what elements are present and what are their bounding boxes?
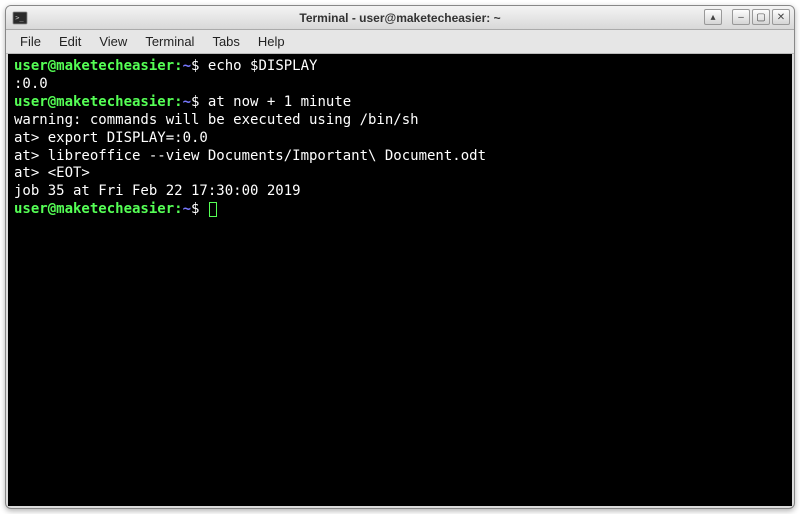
prompt-symbol: $ (191, 58, 208, 74)
menu-help[interactable]: Help (250, 32, 293, 51)
prompt-user-host: user@maketecheasier (14, 94, 174, 110)
terminal-prompt-line: user@maketecheasier:~$ at now + 1 minute (14, 94, 786, 112)
prompt-symbol: $ (191, 94, 208, 110)
cursor (209, 202, 217, 217)
terminal-app-icon: >_ (12, 10, 28, 26)
terminal-command: at now + 1 minute (208, 94, 351, 110)
menu-tabs[interactable]: Tabs (204, 32, 247, 51)
window-controls: ▴ – ▢ ✕ (702, 9, 790, 25)
titlebar[interactable]: >_ Terminal - user@maketecheasier: ~ ▴ –… (6, 6, 794, 30)
prompt-separator: : (174, 94, 182, 110)
prompt-cwd: ~ (183, 94, 191, 110)
menu-view[interactable]: View (91, 32, 135, 51)
prompt-separator: : (174, 58, 182, 74)
prompt-separator: : (174, 201, 182, 217)
terminal-output-line: :0.0 (14, 76, 786, 94)
minimize-button[interactable]: – (732, 9, 750, 25)
terminal-output-line: job 35 at Fri Feb 22 17:30:00 2019 (14, 183, 786, 201)
terminal-viewport[interactable]: user@maketecheasier:~$ echo $DISPLAY:0.0… (8, 54, 792, 506)
maximize-button[interactable]: ▢ (752, 9, 770, 25)
prompt-cwd: ~ (183, 58, 191, 74)
svg-text:>_: >_ (15, 14, 24, 22)
terminal-output-line: at> <EOT> (14, 165, 786, 183)
rollup-button[interactable]: ▴ (704, 9, 722, 25)
terminal-command: echo $DISPLAY (208, 58, 318, 74)
terminal-output-line: at> libreoffice --view Documents/Importa… (14, 148, 786, 166)
prompt-user-host: user@maketecheasier (14, 58, 174, 74)
prompt-cwd: ~ (183, 201, 191, 217)
menu-terminal[interactable]: Terminal (137, 32, 202, 51)
terminal-prompt-line: user@maketecheasier:~$ (14, 201, 786, 219)
menubar: File Edit View Terminal Tabs Help (6, 30, 794, 54)
prompt-user-host: user@maketecheasier (14, 201, 174, 217)
terminal-output-line: at> export DISPLAY=:0.0 (14, 130, 786, 148)
terminal-output-line: warning: commands will be executed using… (14, 112, 786, 130)
menu-file[interactable]: File (12, 32, 49, 51)
terminal-window: >_ Terminal - user@maketecheasier: ~ ▴ –… (5, 5, 795, 509)
prompt-symbol: $ (191, 201, 208, 217)
close-button[interactable]: ✕ (772, 9, 790, 25)
window-title: Terminal - user@maketecheasier: ~ (6, 11, 794, 25)
menu-edit[interactable]: Edit (51, 32, 89, 51)
terminal-prompt-line: user@maketecheasier:~$ echo $DISPLAY (14, 58, 786, 76)
